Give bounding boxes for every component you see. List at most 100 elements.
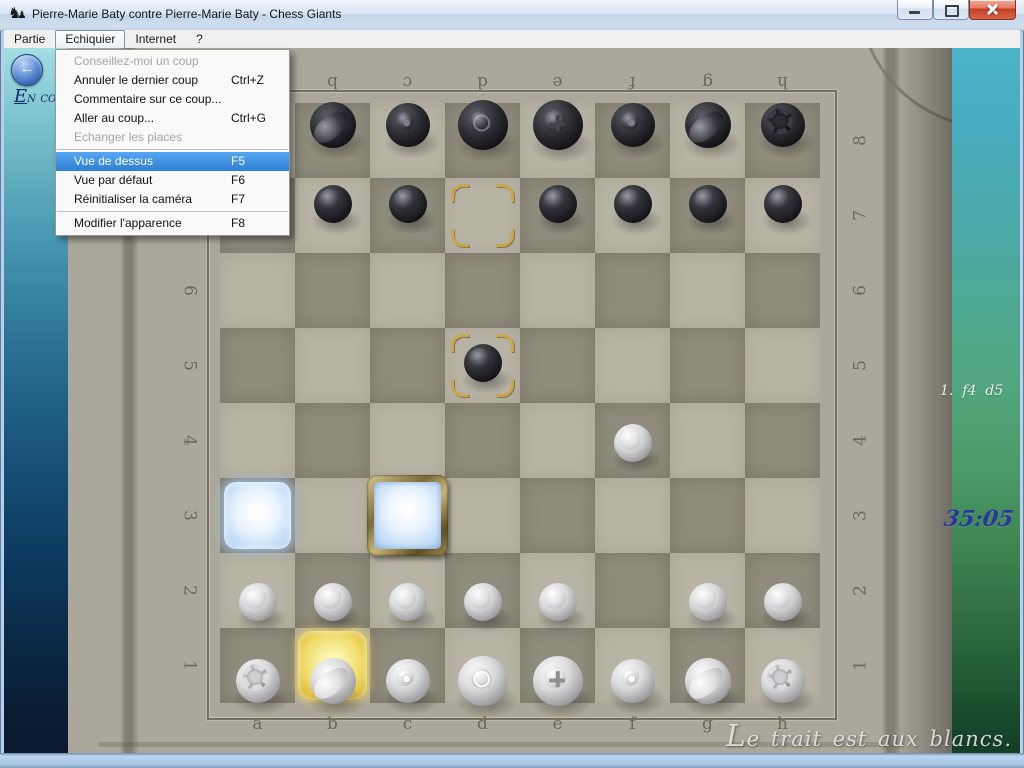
menu-item-conseillez-moi-un-coup: Conseillez-moi un coup [56,52,289,71]
menu-item-aller-au-coup[interactable]: Aller au coup... Ctrl+G [56,109,289,128]
close-button[interactable] [969,0,1016,20]
menu-item-label: Aller au coup... [74,111,154,125]
piece-white-pawn-a2[interactable] [230,569,286,635]
square-e6[interactable] [520,253,595,328]
piece-black-pawn-e7[interactable] [530,171,586,237]
square-c5[interactable] [370,328,445,403]
piece-white-queen-d1[interactable] [449,642,517,720]
square-e3[interactable] [520,478,595,553]
bishop-tip [403,676,410,683]
square-f3[interactable] [595,478,670,553]
piece-white-king-e1[interactable] [524,642,592,720]
minimize-button[interactable] [897,0,933,20]
menu-item-vue-par-d-faut[interactable]: Vue par défautF6 [56,171,289,190]
piece-black-bishop-c8[interactable] [377,89,439,161]
piece-black-pawn-g7[interactable] [680,171,736,237]
back-arrow-icon[interactable]: ← [11,54,43,86]
piece-black-knight-b8[interactable] [301,88,365,162]
piece-black-bishop-f8[interactable] [602,89,664,161]
square-f2[interactable] [595,553,670,628]
table-edge-shadow [894,48,952,754]
square-g6[interactable] [670,253,745,328]
menu-item-r-initialiser-la-cam-ra[interactable]: Réinitialiser la caméraF7 [56,190,289,209]
menu-item-modifier-l-apparence[interactable]: Modifier l'apparenceF8 [56,214,289,233]
piece-black-knight-g8[interactable] [676,88,740,162]
square-a5[interactable] [220,328,295,403]
file-label-top-h: h [745,69,820,95]
piece-black-pawn-b7[interactable] [305,171,361,237]
square-g5[interactable] [670,328,745,403]
square-b4[interactable] [295,403,370,478]
menu-item-commentaire-sur-ce-coup[interactable]: Commentaire sur ce coup... [56,90,289,109]
menu-item-label: Vue par défaut [74,173,152,187]
piece-head [619,189,641,211]
piece-white-rook-a1[interactable] [227,645,289,717]
square-a6[interactable] [220,253,295,328]
square-d6[interactable] [445,253,520,328]
square-h6[interactable] [745,253,820,328]
menu-item-shortcut: F5 [231,152,245,171]
square-d3[interactable] [445,478,520,553]
rank-label-right-6: 6 [823,277,898,305]
move-list: 1. f4 d5 [940,383,1024,399]
square-g4[interactable] [670,403,745,478]
rank-label-left-3: 3 [153,502,228,530]
menubar-item-internet[interactable]: Internet [125,30,186,49]
menu-item-annuler-le-dernier-coup[interactable]: Annuler le dernier coupCtrl+Z [56,71,289,90]
square-f5[interactable] [595,328,670,403]
square-e5[interactable] [520,328,595,403]
menubar-item-partie[interactable]: Partie [4,30,55,49]
square-b5[interactable] [295,328,370,403]
square-c4[interactable] [370,403,445,478]
piece-head [694,189,716,211]
maximize-icon [945,5,959,17]
queen-coronet [473,671,490,688]
piece-head [769,587,791,609]
rank-label-right-7: 7 [823,202,898,230]
square-b3[interactable] [295,478,370,553]
window-bottom-border [0,753,1024,768]
square-g3[interactable] [670,478,745,553]
piece-white-pawn-e2[interactable] [530,569,586,635]
maximize-button[interactable] [933,0,969,20]
piece-head [394,587,416,609]
square-b6[interactable] [295,253,370,328]
piece-black-king-e8[interactable] [524,86,592,164]
piece-white-pawn-b2[interactable] [305,569,361,635]
piece-white-knight-g1[interactable] [676,644,740,718]
square-a4[interactable] [220,403,295,478]
square-c6[interactable] [370,253,445,328]
piece-black-pawn-c7[interactable] [380,171,436,237]
piece-white-bishop-f1[interactable] [602,645,664,717]
menubar-item-?[interactable]: ? [186,30,213,49]
square-h4[interactable] [745,403,820,478]
square-h3[interactable] [745,478,820,553]
piece-white-pawn-h2[interactable] [755,569,811,635]
square-h5[interactable] [745,328,820,403]
piece-white-rook-h1[interactable] [752,645,814,717]
piece-white-pawn-d2[interactable] [455,569,511,635]
rank-label-right-2: 2 [823,577,898,605]
piece-white-pawn-g2[interactable] [680,569,736,635]
menu-item-vue-de-dessus[interactable]: Vue de dessusF5 [56,152,289,171]
rank-label-left-2: 2 [153,577,228,605]
piece-black-pawn-f7[interactable] [605,171,661,237]
piece-white-pawn-f4[interactable] [605,410,661,476]
piece-black-pawn-h7[interactable] [755,171,811,237]
hover-square-frame-c3[interactable] [367,475,448,556]
piece-black-rook-h8[interactable] [752,89,814,161]
piece-white-bishop-c1[interactable] [377,645,439,717]
legal-move-highlight-a3[interactable] [224,482,291,549]
marker-corner-br [496,229,514,247]
piece-black-queen-d8[interactable] [449,86,517,164]
echiquier-menu: Conseillez-moi un coupAnnuler le dernier… [55,49,290,236]
square-f6[interactable] [595,253,670,328]
square-d4[interactable] [445,403,520,478]
menu-item-shortcut: Ctrl+G [231,109,266,128]
window-title: Pierre-Marie Baty contre Pierre-Marie Ba… [32,7,341,21]
square-e4[interactable] [520,403,595,478]
piece-black-pawn-d5[interactable] [455,330,511,396]
piece-white-knight-b1[interactable] [301,644,365,718]
piece-white-pawn-c2[interactable] [380,569,436,635]
menubar-item-echiquier[interactable]: Echiquier [55,30,125,49]
